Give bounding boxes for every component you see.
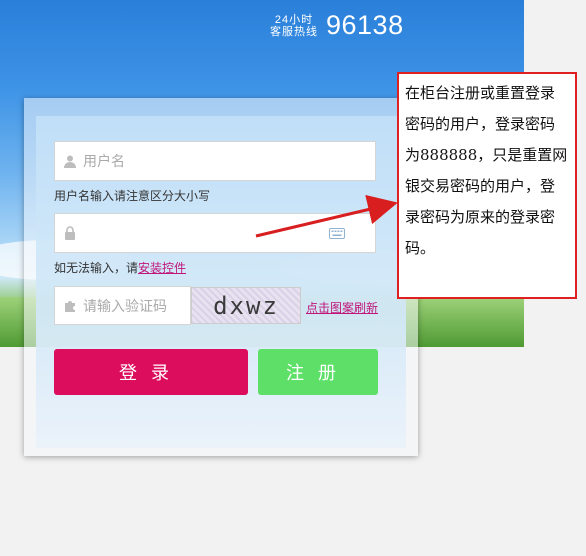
password-input[interactable] — [83, 225, 329, 241]
puzzle-icon — [63, 299, 77, 313]
hotline-number: 96138 — [326, 10, 404, 40]
login-button[interactable]: 登录 — [54, 349, 248, 395]
register-button[interactable]: 注册 — [258, 349, 378, 395]
password-hint: 如无法输入，请安装控件 — [54, 261, 187, 275]
lock-icon — [63, 226, 77, 240]
password-field[interactable] — [54, 213, 376, 253]
hotline: 24小时 客服热线 96138 — [270, 10, 404, 41]
callout-note: 在柜台注册或重置登录密码的用户，登录密码为888888，只是重置网银交易密码的用… — [397, 72, 577, 299]
captcha-field[interactable] — [54, 286, 264, 325]
install-control-link[interactable]: 安装控件 — [138, 261, 186, 275]
user-icon — [63, 154, 77, 168]
username-input[interactable] — [83, 153, 375, 169]
username-hint: 用户名输入请注意区分大小写 — [54, 189, 211, 203]
callout-text: 在柜台注册或重置登录密码的用户，登录密码为888888，只是重置网银交易密码的用… — [405, 84, 568, 257]
hotline-label: 24小时 客服热线 — [270, 13, 318, 38]
keyboard-icon[interactable] — [329, 227, 345, 239]
captcha-image[interactable]: dxwz — [191, 287, 301, 324]
refresh-captcha-link[interactable]: 点击图案刷新 — [306, 299, 378, 316]
login-page: 24小时 客服热线 96138 用户名输入请注意区分大小写 如无法输入，请安装控… — [0, 0, 586, 556]
username-field[interactable] — [54, 141, 376, 181]
